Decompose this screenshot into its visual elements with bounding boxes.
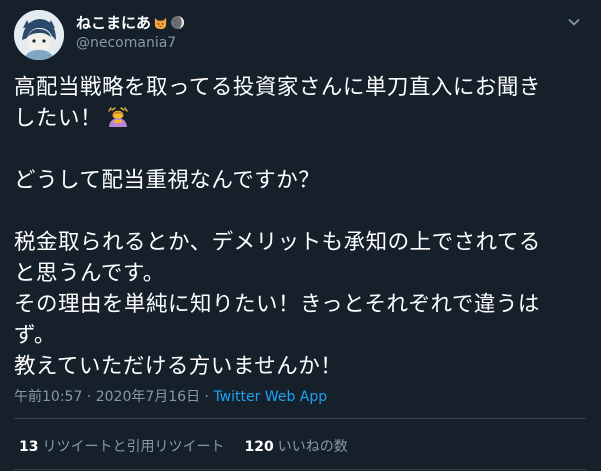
divider <box>14 469 586 470</box>
tweet-text: 高配当戦略を取ってる投資家さんに単刀直入にお聞き したい！ どうして配当重視なん… <box>14 72 586 382</box>
likes-label: いいねの数 <box>277 439 348 455</box>
tweet-line: 高配当戦略を取ってる投資家さんに単刀直入にお聞き <box>14 75 541 100</box>
tweet-line: どうして配当重視なんですか？ <box>14 168 321 193</box>
tweet-line: したい！ <box>14 106 103 131</box>
likes-stat[interactable]: 120 いいねの数 <box>244 436 347 456</box>
tweet-line: と思うんです。 <box>14 261 165 286</box>
tweet-line: ず。 <box>14 323 56 348</box>
avatar-illustration <box>14 10 64 60</box>
retweets-stat[interactable]: 13 リツイートと引用リツイート <box>19 436 224 456</box>
tweet-time[interactable]: 午前10:57 <box>14 389 82 405</box>
tweet-line: 教えていただける方いませんか！ <box>14 354 343 379</box>
cat-face-emoji-icon <box>153 15 168 30</box>
likes-count: 120 <box>244 439 274 455</box>
divider <box>14 418 586 419</box>
display-name[interactable]: ねこまにあ <box>76 12 185 33</box>
tweet-source-link[interactable]: Twitter Web App <box>213 389 327 405</box>
tweet-stats: 13 リツイートと引用リツイート 120 いいねの数 <box>19 436 348 456</box>
avatar[interactable] <box>14 10 64 60</box>
tweet-meta: 午前10:57 · 2020年7月16日 · Twitter Web App <box>14 386 327 406</box>
tweet-line: その理由を単純に知りたい！きっとそれぞれで違うは <box>14 292 540 317</box>
meta-separator: · <box>204 389 209 405</box>
retweets-count: 13 <box>19 439 39 455</box>
tweet-date[interactable]: 2020年7月16日 <box>96 389 200 405</box>
tweet-card: ねこまにあ @necomania7 高配当戦略を取ってる投資家さんに単刀直入にお… <box>0 0 601 471</box>
more-options-caret-icon[interactable] <box>564 12 584 32</box>
person-bowing-emoji-icon <box>106 105 130 129</box>
tweet-line: 税金取られるとか、デメリットも承知の上でされてる <box>14 230 541 255</box>
user-handle[interactable]: @necomania7 <box>76 35 176 51</box>
tweet-line-with-emoji: したい！ <box>14 103 586 134</box>
display-name-text: ねこまにあ <box>76 14 152 32</box>
meta-separator: · <box>86 389 92 405</box>
moon-emoji-icon <box>170 15 185 30</box>
retweets-label: リツイートと引用リツイート <box>42 439 225 455</box>
